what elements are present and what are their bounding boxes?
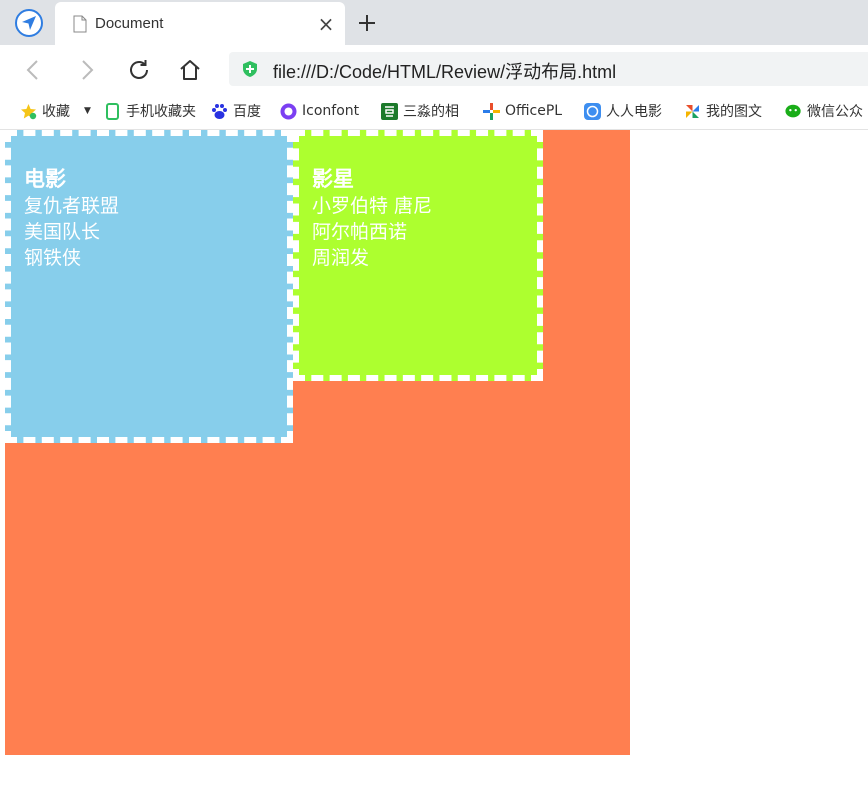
shield-icon[interactable] <box>241 60 259 78</box>
address-bar[interactable]: file:///D:/Code/HTML/Review/浮动布局.html <box>229 52 868 86</box>
bookmark-mobile[interactable]: 手机收藏夹 <box>104 93 196 129</box>
new-tab-button[interactable] <box>352 9 382 37</box>
address-url[interactable]: file:///D:/Code/HTML/Review/浮动布局.html <box>273 58 616 84</box>
stars-box: 影星 小罗伯特 唐尼 阿尔帕西诺 周润发 <box>293 130 543 381</box>
bookmark-wechat[interactable]: 微信公众 <box>785 93 868 129</box>
stars-heading: 影星 <box>312 167 354 191</box>
mobile-icon <box>104 102 121 120</box>
tab-strip: Document × <box>0 0 868 45</box>
forward-button[interactable] <box>72 55 102 85</box>
float-container: 电影 复仇者联盟 美国队长 钢铁侠 影星 小罗伯特 唐尼 阿尔帕西诺 周润发 <box>5 130 630 755</box>
movie-item: 美国队长 <box>24 221 101 243</box>
officeplus-icon <box>483 102 500 120</box>
rr-icon <box>584 102 601 120</box>
pinwheel-icon <box>684 103 701 120</box>
star-plus-icon <box>20 103 37 120</box>
star-item: 阿尔帕西诺 <box>312 221 408 243</box>
tab-title: Document <box>95 15 164 32</box>
bookmark-douban[interactable]: 三淼的相 <box>381 93 467 129</box>
browser-logo-icon[interactable] <box>9 5 49 41</box>
close-tab-icon[interactable]: × <box>317 14 335 34</box>
movies-heading: 电影 <box>24 167 66 191</box>
star-item: 小罗伯特 唐尼 <box>312 195 433 217</box>
movie-item: 复仇者联盟 <box>24 195 120 217</box>
iconfont-logo-icon <box>280 103 297 120</box>
bookmark-my-posts[interactable]: 我的图文 <box>684 93 769 129</box>
home-button[interactable] <box>175 55 205 85</box>
tab-document[interactable]: Document × <box>55 2 345 45</box>
bookmark-rr-movies[interactable]: 人人电影 <box>584 93 668 129</box>
bookmark-iconfont[interactable]: Iconfont <box>280 93 365 129</box>
bookmark-favorites[interactable]: 收藏 <box>20 93 70 129</box>
movies-box: 电影 复仇者联盟 美国队长 钢铁侠 <box>5 130 293 443</box>
bookmarks-bar: 收藏 ▼ 手机收藏夹 百度 Iconfont 三淼的相 OfficePL 人人电… <box>0 93 868 130</box>
chevron-down-icon[interactable]: ▼ <box>84 93 91 129</box>
movie-item: 钢铁侠 <box>24 247 82 269</box>
star-item: 周润发 <box>312 247 370 269</box>
baidu-paw-icon <box>211 103 228 120</box>
bookmark-officeplus[interactable]: OfficePL <box>483 93 567 129</box>
wechat-icon <box>785 103 802 120</box>
page-icon <box>73 15 87 33</box>
navigation-bar: file:///D:/Code/HTML/Review/浮动布局.html <box>0 45 868 93</box>
back-button[interactable] <box>18 55 48 85</box>
bookmark-baidu[interactable]: 百度 <box>211 93 261 129</box>
douban-icon <box>381 102 398 120</box>
page-viewport: 电影 复仇者联盟 美国队长 钢铁侠 影星 小罗伯特 唐尼 阿尔帕西诺 周润发 <box>0 130 868 812</box>
reload-button[interactable] <box>124 55 154 85</box>
